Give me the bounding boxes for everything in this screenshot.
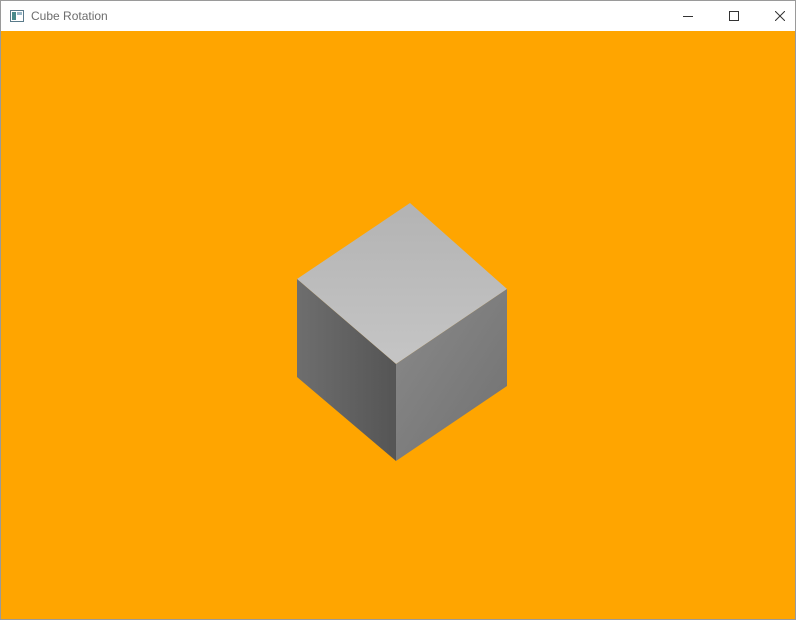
minimize-icon	[683, 11, 693, 21]
app-window: Cube Rotation	[0, 0, 796, 620]
maximize-icon	[729, 11, 739, 21]
maximize-button[interactable]	[711, 1, 757, 31]
minimize-button[interactable]	[665, 1, 711, 31]
title-bar[interactable]: Cube Rotation	[1, 1, 795, 31]
render-viewport[interactable]	[1, 31, 795, 619]
scene-canvas	[1, 31, 795, 619]
close-icon	[775, 11, 785, 21]
close-button[interactable]	[757, 1, 796, 31]
window-title: Cube Rotation	[31, 9, 108, 23]
app-window-icon	[10, 9, 24, 22]
